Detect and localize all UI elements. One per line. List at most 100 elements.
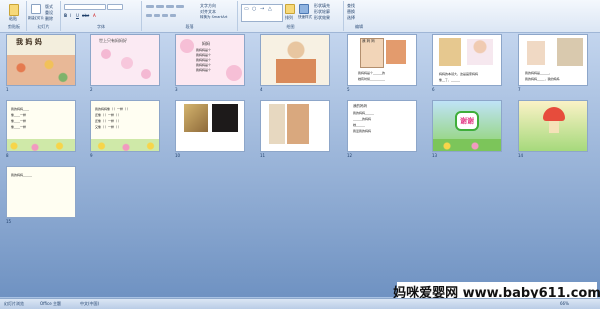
slide-text-line: 还像（ ）一样（ ）: [95, 113, 121, 117]
align-center-icon[interactable]: [154, 14, 160, 17]
ribbon-group-font: B I U abc A 字体: [61, 1, 142, 31]
mushroom-stem: [549, 121, 559, 133]
arrange-icon[interactable]: [285, 4, 295, 14]
shape-rectangle-icon[interactable]: ▭: [244, 6, 249, 12]
decrease-indent-icon[interactable]: [166, 5, 174, 8]
slide-number: 4: [260, 87, 263, 92]
slide-text-line: 她有时候__________: [358, 77, 386, 81]
illustration-image: [439, 38, 461, 66]
illustration-image: [276, 39, 316, 83]
delete-button[interactable]: 删除: [45, 16, 53, 22]
zoom-level[interactable]: 66%: [560, 301, 569, 306]
slide-number: 7: [518, 87, 521, 92]
slide-text-line: 像____一样: [11, 113, 27, 117]
bullets-icon[interactable]: [146, 5, 154, 8]
smartart-button[interactable]: 转换为 SmartArt: [200, 15, 227, 20]
slide-title: 我 妈 妈: [16, 38, 42, 46]
font-color-icon[interactable]: A: [93, 13, 96, 18]
slide-thumbnail[interactable]: [518, 100, 588, 152]
slide-text-line: 我妈妈是个: [196, 63, 212, 67]
quick-styles-icon[interactable]: [299, 4, 309, 14]
bold-icon[interactable]: B: [64, 13, 67, 18]
slide-number: 8: [6, 153, 9, 158]
group-label-editing: 编辑: [355, 24, 363, 29]
view-mode-label: 幻灯片浏览: [4, 301, 24, 306]
slide-text-line: 她______: [353, 123, 366, 127]
strikethrough-icon[interactable]: abc: [82, 13, 89, 18]
slide-text-line: 我的妈妈____: [11, 107, 30, 111]
illustration-image: [212, 104, 238, 132]
shape-arrow-icon[interactable]: →: [260, 6, 264, 12]
shape-oval-icon[interactable]: ○: [252, 6, 256, 12]
slide-number: 6: [432, 87, 435, 92]
justify-icon[interactable]: [170, 14, 176, 17]
slide-title: 谢谢: [460, 117, 474, 125]
flower-border: [91, 139, 159, 151]
slide-number: 9: [90, 153, 93, 158]
align-left-icon[interactable]: [146, 14, 152, 17]
slide-thumbnail[interactable]: 世上只有妈妈好: [90, 34, 160, 86]
ribbon-group-clipboard: 粘贴 剪贴板: [2, 1, 27, 31]
underline-icon[interactable]: U: [76, 13, 79, 18]
slide-thumbnail[interactable]: 我的妈妈是______， 我的妈妈_____，我的妈妈: [518, 34, 588, 86]
increase-indent-icon[interactable]: [176, 5, 184, 8]
font-size-select[interactable]: [107, 4, 123, 10]
slide-thumbnail[interactable]: 我的妈妈____ 像____一样 像____一样 像____一样: [6, 100, 76, 152]
slide-title: 我 妈 妈: [362, 39, 375, 43]
slide-text-line: 我的妈妈______: [353, 111, 375, 115]
slide-text-line: 我爱我的妈妈: [353, 129, 372, 133]
slide-thumbnail[interactable]: 我 妈 妈: [6, 34, 76, 86]
slide-number: 12: [347, 153, 353, 158]
illustration-image: [467, 39, 493, 65]
shapes-gallery[interactable]: ▭ ○ → △: [241, 4, 283, 22]
slide-thumbnail[interactable]: [260, 34, 330, 86]
slide-number: 1: [6, 87, 9, 92]
slide-text-line: 我的妈妈是______，: [525, 71, 553, 75]
ribbon-group-drawing: ▭ ○ → △ 排列 快速样式 形状填充 形状轮廓 形状效果 绘图: [238, 1, 344, 31]
slide-thumbnail[interactable]: 我 妈 妈 我妈妈是个______的 她有时候__________: [347, 34, 417, 86]
new-slide-label[interactable]: 新建幻灯片: [28, 15, 44, 20]
font-name-select[interactable]: [64, 4, 106, 10]
slide-thumbnail[interactable]: 我的妈妈______: [6, 166, 76, 218]
numbering-icon[interactable]: [156, 5, 164, 8]
slide-number: 15: [6, 219, 12, 224]
decoration-circle: [226, 65, 242, 81]
shape-effects-button[interactable]: 形状效果: [314, 15, 330, 21]
paste-button-label[interactable]: 粘贴: [9, 16, 17, 22]
slide-number: 2: [90, 87, 93, 92]
slide-thumbnail[interactable]: 谢谢: [432, 100, 502, 152]
mushroom-image: [543, 107, 565, 121]
quick-styles-button[interactable]: 快速样式: [298, 15, 312, 20]
shape-triangle-icon[interactable]: △: [268, 6, 272, 12]
illustration-image: [287, 104, 309, 144]
slide-text-line: 像__了，______: [439, 78, 461, 82]
slide-text-line: 我妈妈是个: [196, 58, 212, 62]
decoration-circle: [141, 69, 151, 79]
slide-thumbnail[interactable]: [175, 100, 245, 152]
slide-thumbnail[interactable]: [260, 100, 330, 152]
slide-thumbnail[interactable]: 妈妈的本领大，这是画家妈妈 像__了，______: [432, 34, 502, 86]
language-label: 中文(中国): [80, 301, 100, 306]
group-label-drawing: 绘图: [286, 24, 295, 29]
slide-number: 5: [347, 87, 350, 92]
slide-thumbnail[interactable]: 我的妈妈 我的妈妈______ ______的妈妈 她______ 我爱我的妈妈: [347, 100, 417, 152]
slide-text-line: 又像（ ）一样（ ）: [95, 125, 121, 129]
slide-thumbnail[interactable]: 妈妈 我妈妈是个 我妈妈是个 我妈妈是个 我妈妈是个 我妈妈是个: [175, 34, 245, 86]
italic-icon[interactable]: I: [70, 13, 71, 18]
slide-number: 10: [175, 153, 181, 158]
new-slide-icon[interactable]: [31, 4, 41, 14]
align-right-icon[interactable]: [162, 14, 168, 17]
flower-border: [7, 139, 75, 151]
slide-number: 13: [432, 153, 438, 158]
illustration-image: [269, 104, 285, 144]
paste-icon[interactable]: [9, 4, 19, 16]
ribbon-group-editing: 查找 替换 选择 编辑: [344, 1, 374, 31]
arrange-button[interactable]: 排列: [285, 15, 293, 21]
group-label-font: 字体: [97, 24, 105, 29]
select-button[interactable]: 选择: [347, 15, 355, 21]
slide-thumbnail[interactable]: 我的妈妈像（ ）一样（ ） 还像（ ）一样（ ） 还像（ ）一样（ ） 又像（ …: [90, 100, 160, 152]
slide-title: 我的妈妈: [353, 104, 367, 108]
slide-text-line: 还像（ ）一样（ ）: [95, 119, 121, 123]
slide-number: 11: [260, 153, 266, 158]
theme-label: Office 主题: [40, 301, 61, 306]
